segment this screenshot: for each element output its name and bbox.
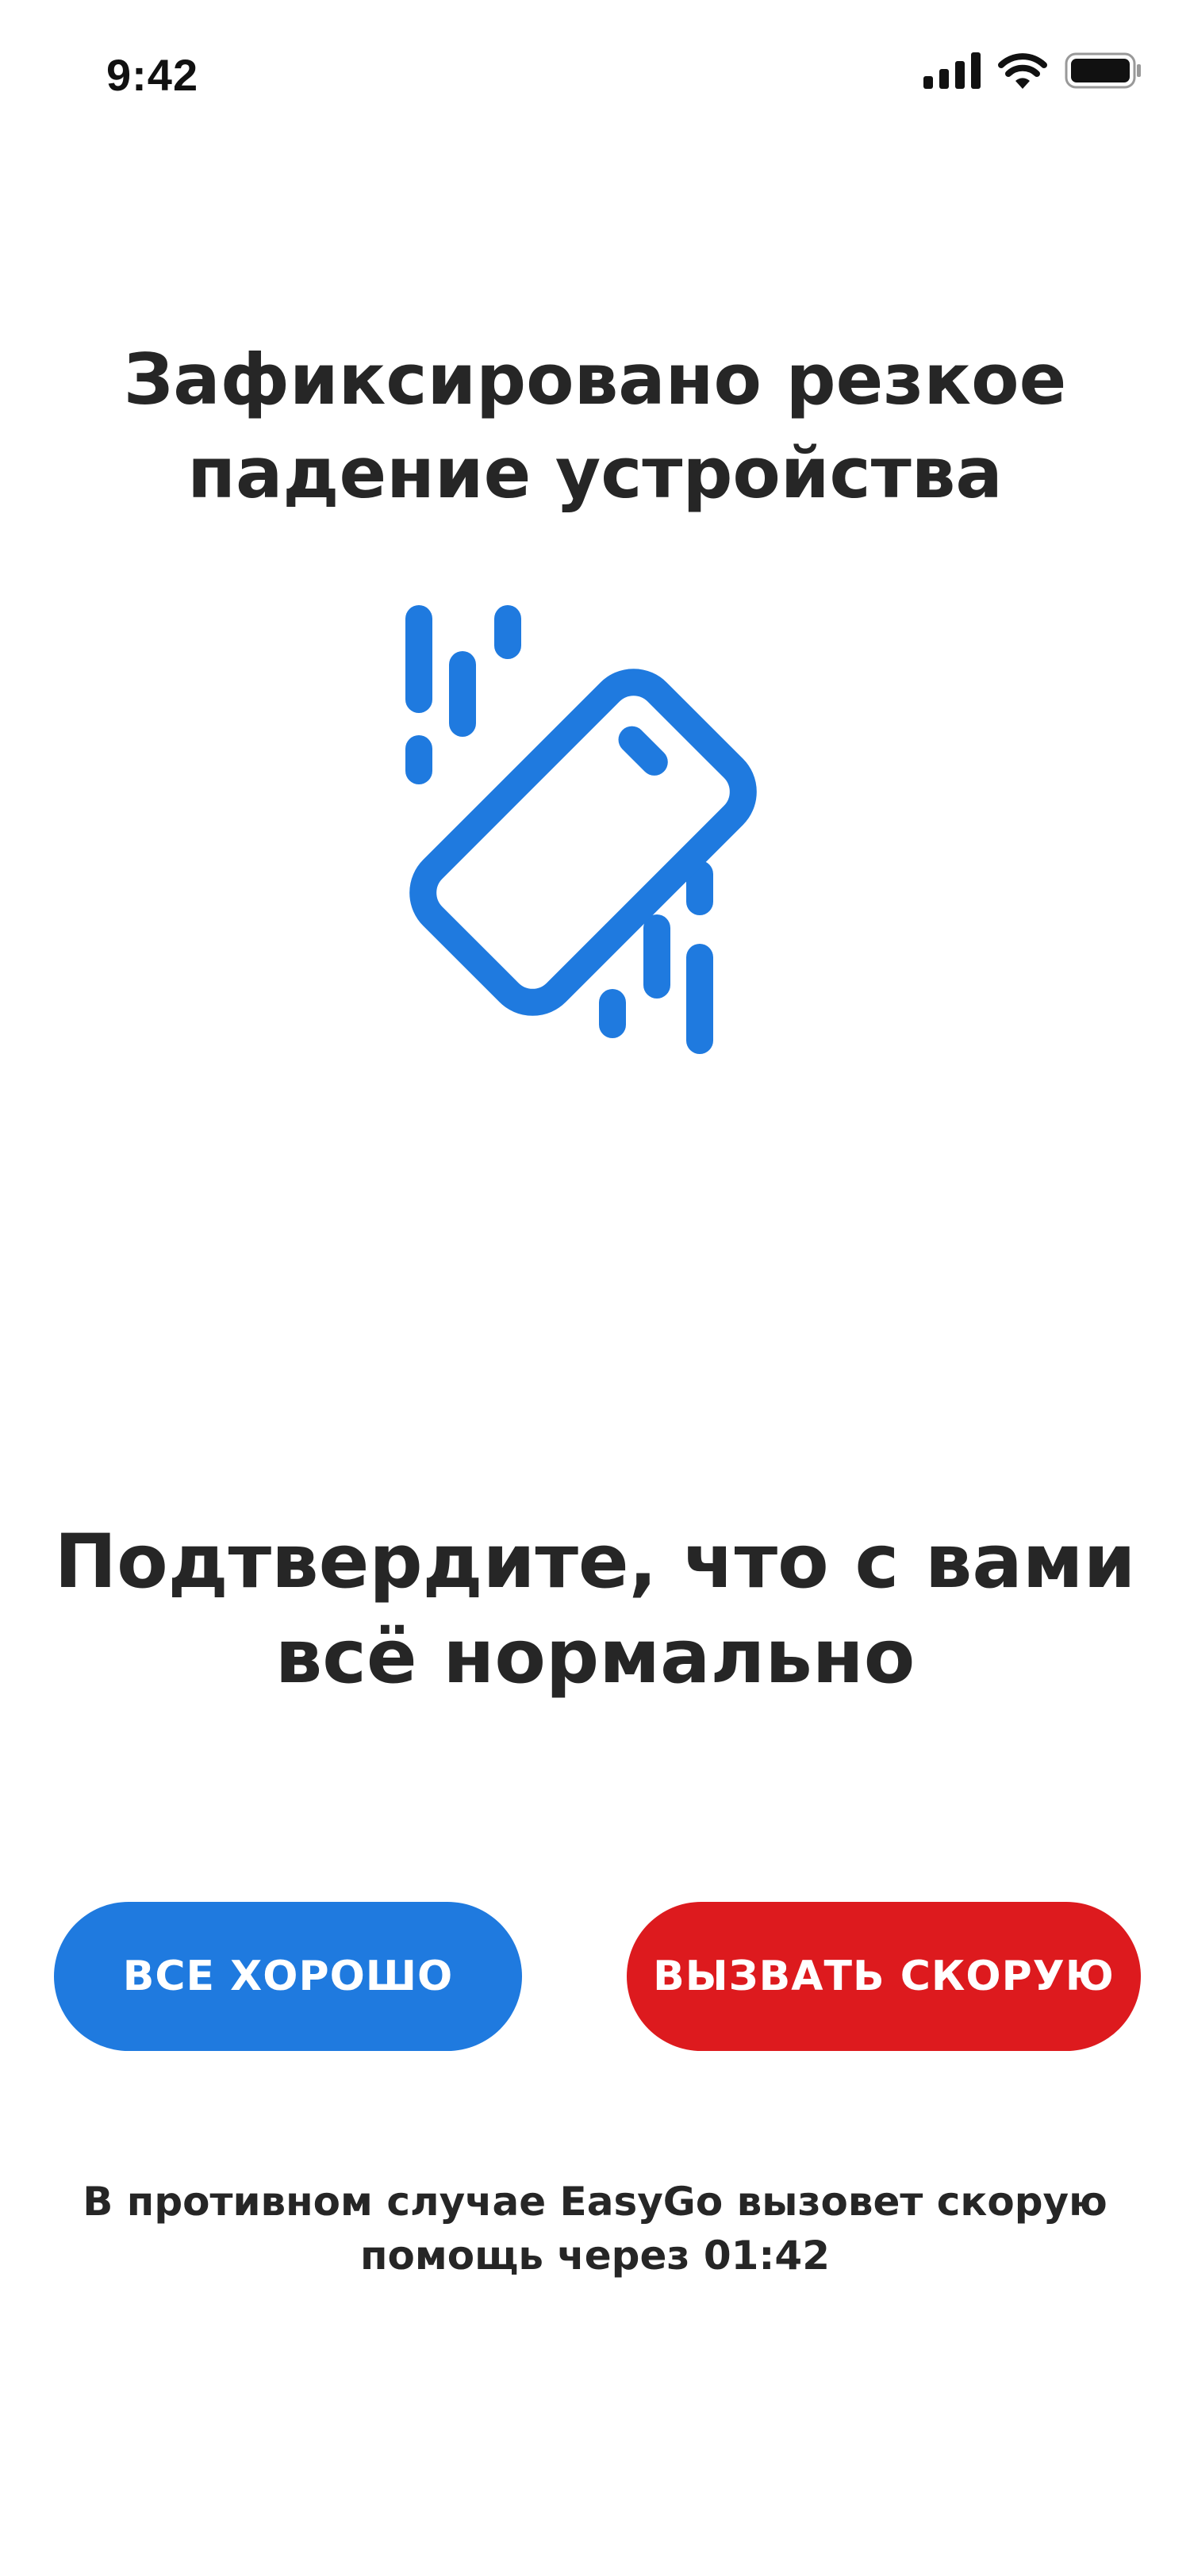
auto-call-notice-prefix: помощь через bbox=[360, 2233, 704, 2279]
fall-detected-title-line1: Зафиксировано резкое bbox=[123, 339, 1067, 420]
falling-phone-icon bbox=[405, 605, 757, 1054]
battery-icon bbox=[1065, 52, 1141, 89]
status-bar: 9:42 bbox=[0, 0, 1190, 151]
wifi-icon bbox=[998, 53, 1047, 89]
confirm-prompt-line1: Подтвердите, что с вами bbox=[54, 1519, 1136, 1605]
all-good-button[interactable]: ВСЕ ХОРОШО bbox=[54, 1902, 522, 2051]
fall-detected-title-line2: падение устройства bbox=[187, 432, 1003, 514]
confirm-prompt: Подтвердите, что с вами всё нормально bbox=[32, 1515, 1158, 1705]
confirm-prompt-line2: всё нормально bbox=[274, 1614, 916, 1700]
call-ambulance-button[interactable]: ВЫЗВАТЬ СКОРУЮ bbox=[627, 1902, 1141, 2051]
status-time: 9:42 bbox=[106, 50, 199, 100]
countdown-timer: 01:42 bbox=[703, 2233, 830, 2279]
status-icons bbox=[923, 52, 1142, 89]
auto-call-notice: В противном случае EasyGo вызовет скорую… bbox=[48, 2175, 1142, 2283]
cellular-signal-icon bbox=[923, 52, 981, 89]
auto-call-notice-line1: В противном случае EasyGo вызовет скорую bbox=[83, 2179, 1107, 2225]
fall-detected-title: Зафиксировано резкое падение устройства bbox=[48, 333, 1142, 520]
